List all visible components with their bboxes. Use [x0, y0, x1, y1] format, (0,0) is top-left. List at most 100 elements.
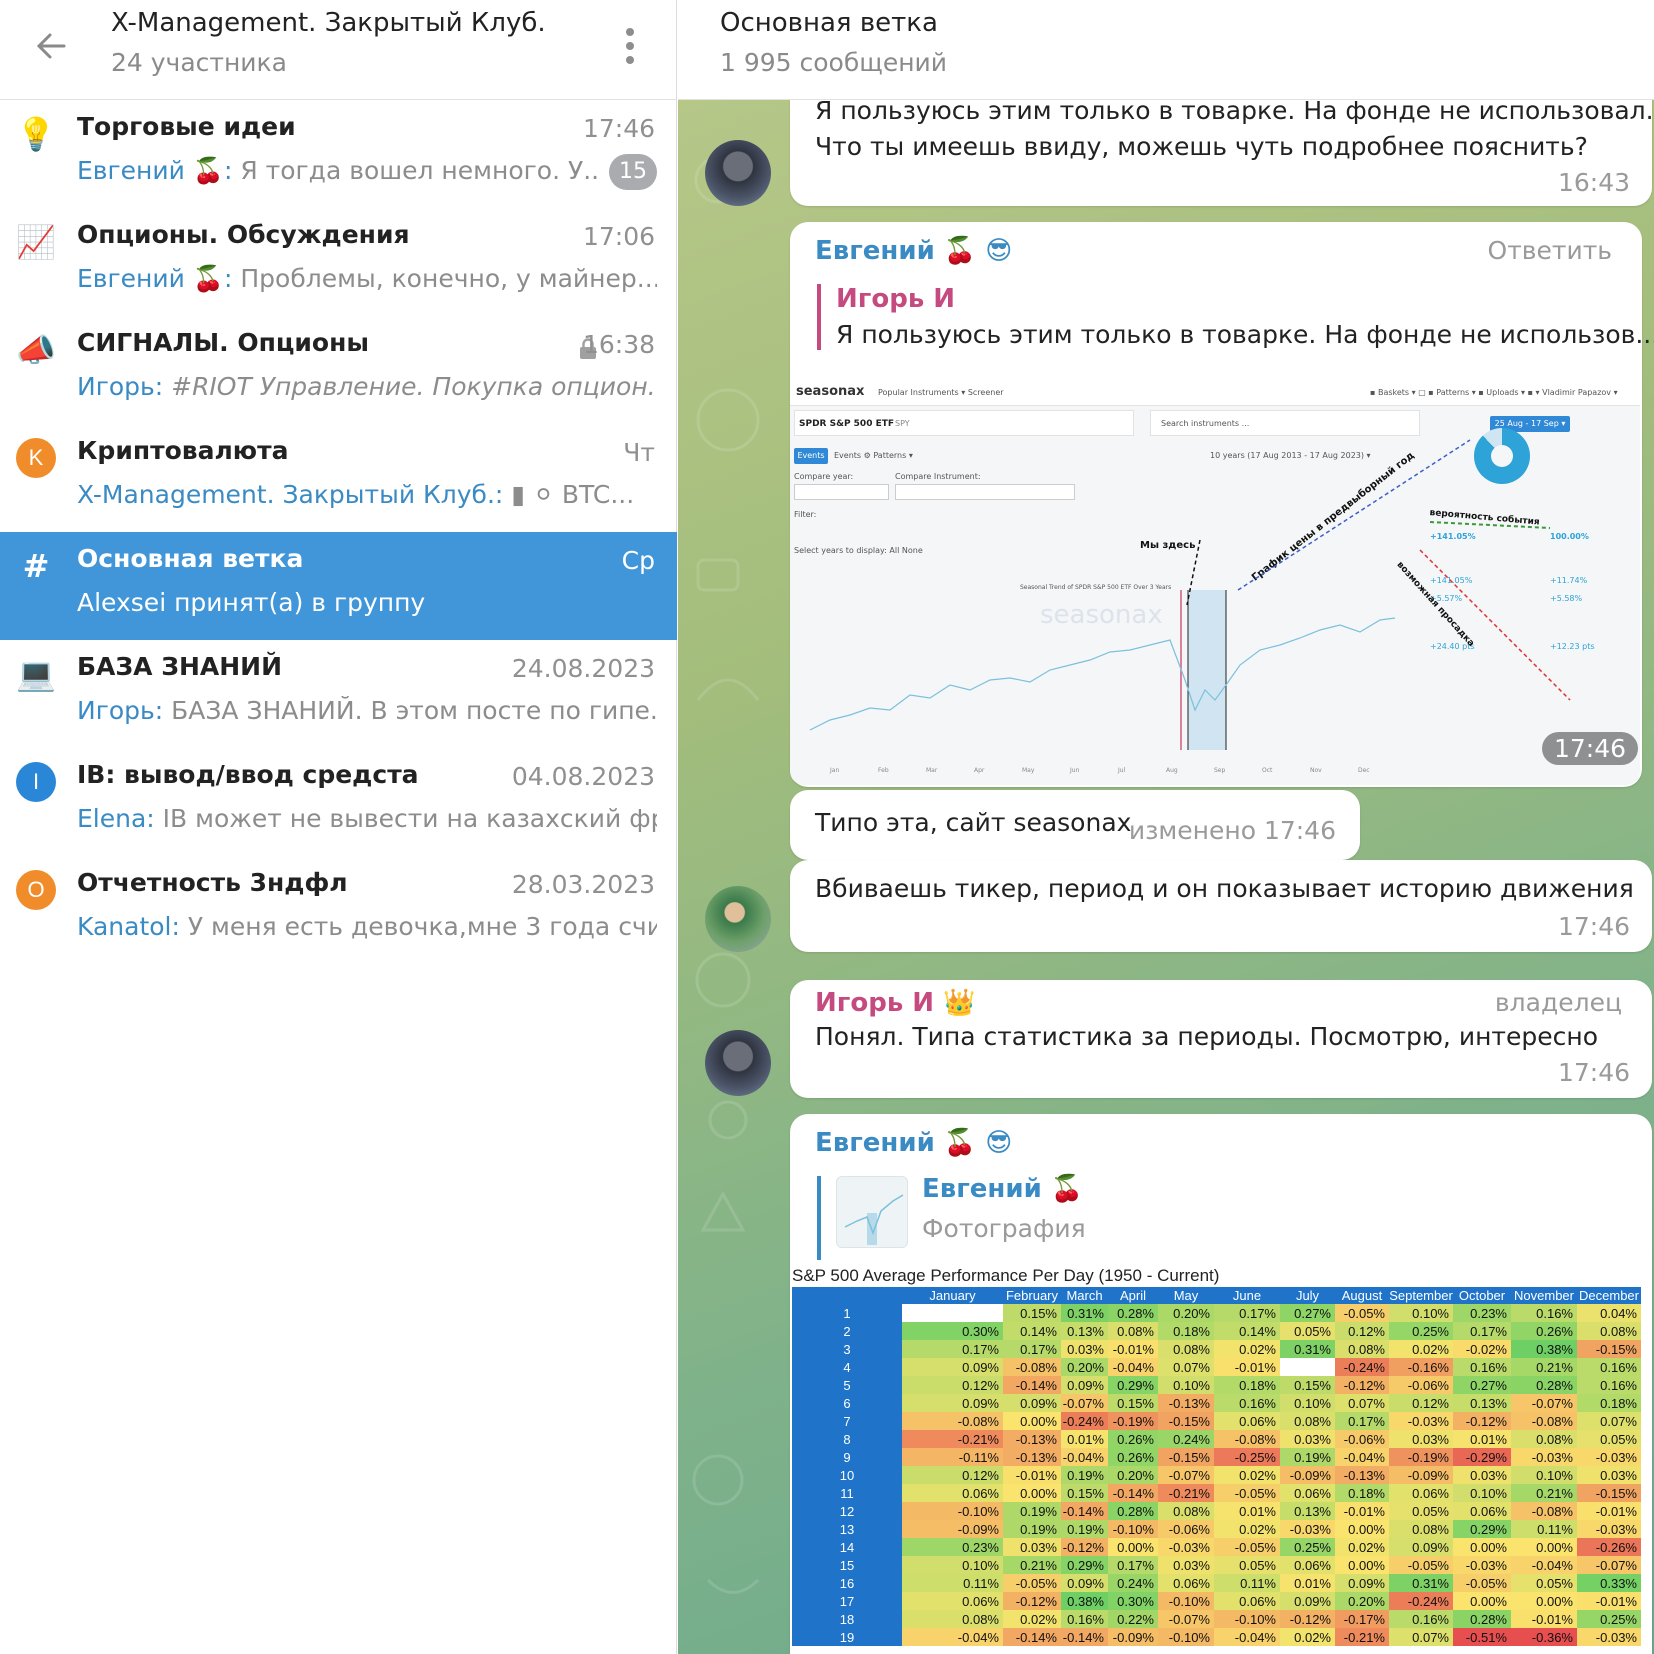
- heatmap-cell: 0.26%: [1108, 1430, 1158, 1448]
- heatmap-cell: -0.15%: [1577, 1340, 1641, 1358]
- heatmap-cell: 0.02%: [1280, 1628, 1335, 1646]
- chat-name: Криптовалюта: [77, 436, 289, 465]
- hash-icon: #: [22, 547, 50, 585]
- heatmap-cell: -0.07%: [1158, 1610, 1214, 1628]
- heatmap-cell: 0.06%: [1214, 1592, 1280, 1610]
- heatmap-cell: -0.03%: [1280, 1520, 1335, 1538]
- seasonax-screenshot-image[interactable]: seasonax Popular Instruments ▾ Screener …: [790, 380, 1640, 785]
- heatmap-cell: -0.10%: [1158, 1628, 1214, 1646]
- tax-avatar-icon: O: [16, 870, 56, 910]
- avatar-igor[interactable]: [705, 140, 771, 206]
- chat-name: Торговые идеи: [77, 112, 296, 141]
- heatmap-day-label: 17: [792, 1592, 902, 1610]
- reply-button[interactable]: Ответить: [1488, 236, 1612, 265]
- photo-thumbnail[interactable]: [836, 1176, 908, 1248]
- chat-item-crypto[interactable]: K Криптовалюта Чт X-Management. Закрытый…: [0, 424, 677, 532]
- chat-item-tax-report[interactable]: O Отчетность 3ндфл 28.03.2023 Kanatol: У…: [0, 856, 677, 964]
- heatmap-cell: -0.07%: [1061, 1394, 1108, 1412]
- heatmap-day-label: 6: [792, 1394, 902, 1412]
- heatmap-cell: 0.00%: [1003, 1412, 1061, 1430]
- heatmap-cell: 0.10%: [1511, 1466, 1577, 1484]
- heatmap-cell: 0.00%: [1335, 1556, 1389, 1574]
- message-bubble[interactable]: Я пользуюсь этим только в товарке. На фо…: [790, 84, 1654, 206]
- heatmap-cell: 0.05%: [1280, 1322, 1335, 1340]
- heatmap-day-label: 5: [792, 1376, 902, 1394]
- heatmap-cell: -0.05%: [1214, 1484, 1280, 1502]
- heatmap-cell: -0.15%: [1158, 1448, 1214, 1466]
- heatmap-cell: 0.20%: [1335, 1592, 1389, 1610]
- heatmap-cell: -0.14%: [1003, 1628, 1061, 1646]
- heatmap-cell: 0.31%: [1280, 1340, 1335, 1358]
- chat-preview: Евгений 🍒: Проблемы, конечно, у майнер..…: [77, 264, 657, 293]
- heatmap-cell: -0.14%: [1061, 1628, 1108, 1646]
- quote-text: Я пользуюсь этим только в товарке. На фо…: [836, 320, 1654, 349]
- heatmap-corner: [792, 1287, 902, 1304]
- heatmap-row: 9 -0.11% -0.13% -0.04% 0.26% -0.15% -0.25% 0.19…: [792, 1448, 1641, 1466]
- heatmap-cell: -0.07%: [1577, 1556, 1641, 1574]
- heatmap-cell: -0.05%: [1453, 1574, 1511, 1592]
- heatmap-cell: 0.12%: [1389, 1394, 1453, 1412]
- chat-item-ib-withdraw[interactable]: I IB: вывод/ввод средста 04.08.2023 Elen…: [0, 748, 677, 856]
- heatmap-row: 18 0.08% 0.02% 0.16% 0.22% -0.07% -0.10% -0.12%…: [792, 1610, 1641, 1628]
- chat-item-options-discussion[interactable]: 📈 Опционы. Обсуждения 17:06 Евгений 🍒: П…: [0, 208, 677, 316]
- heatmap-cell: 0.29%: [1061, 1556, 1108, 1574]
- heatmap-cell: 0.09%: [902, 1394, 1003, 1412]
- heatmap-cell: 0.19%: [1061, 1520, 1108, 1538]
- message-author[interactable]: Евгений 🍒 😎: [815, 236, 1012, 266]
- heatmap-day-label: 2: [792, 1322, 902, 1340]
- heatmap-row: 13 -0.09% 0.19% 0.19% -0.10% -0.06% 0.02% -0.03…: [792, 1520, 1641, 1538]
- heatmap-cell: -0.12%: [1335, 1376, 1389, 1394]
- message-bubble[interactable]: Вбиваешь тикер, период и он показывает и…: [790, 860, 1652, 952]
- message-bubble[interactable]: Типо эта, сайт seasonax изменено 17:46: [790, 790, 1360, 860]
- heatmap-cell: 0.01%: [1061, 1430, 1108, 1448]
- heatmap-cell: -0.04%: [1108, 1358, 1158, 1376]
- sp500-heatmap-image[interactable]: S&P 500 Average Performance Per Day (195…: [790, 1266, 1644, 1654]
- heatmap-month-header: February: [1003, 1287, 1061, 1304]
- message-author[interactable]: Игорь И 👑: [815, 988, 976, 1018]
- heatmap-cell: -0.08%: [1214, 1430, 1280, 1448]
- chat-item-signals-options[interactable]: 📣 СИГНАЛЫ. Опционы 16:38 Игорь: #RIOT Уп…: [0, 316, 677, 424]
- heatmap-day-label: 3: [792, 1340, 902, 1358]
- message-bubble[interactable]: Игорь И 👑 владелец Понял. Типа статистик…: [790, 980, 1652, 1098]
- chat-item-trading-ideas[interactable]: 💡 Торговые идеи 17:46 Евгений 🍒: Я тогда…: [0, 100, 677, 208]
- heatmap-cell: -0.05%: [1335, 1304, 1389, 1322]
- back-arrow-icon[interactable]: [30, 24, 74, 68]
- heatmap-cell: 0.13%: [1061, 1322, 1108, 1340]
- heatmap-cell: -0.03%: [1577, 1520, 1641, 1538]
- heatmap-day-label: 9: [792, 1448, 902, 1466]
- chat-item-knowledge-base[interactable]: 💻 БАЗА ЗНАНИЙ 24.08.2023 Игорь: БАЗА ЗНА…: [0, 640, 677, 748]
- avatar-evgeny[interactable]: [705, 886, 771, 952]
- heatmap-cell: 0.08%: [1280, 1412, 1335, 1430]
- message-author[interactable]: Евгений 🍒 😎: [815, 1128, 1012, 1158]
- heatmap-day-label: 15: [792, 1556, 902, 1574]
- heatmap-cell: 0.12%: [902, 1466, 1003, 1484]
- heatmap-month-header: August: [1335, 1287, 1389, 1304]
- heatmap-cell: -0.51%: [1453, 1628, 1511, 1646]
- heatmap-cell: 0.17%: [1214, 1304, 1280, 1322]
- heatmap-day-label: 12: [792, 1502, 902, 1520]
- quote-bar: [817, 1176, 821, 1260]
- message-text: Я пользуюсь этим только в товарке. На фо…: [815, 96, 1654, 125]
- thread-message-count: 1 995 сообщений: [720, 48, 948, 77]
- heatmap-cell: 0.13%: [1280, 1502, 1335, 1520]
- heatmap-cell: 0.14%: [1214, 1322, 1280, 1340]
- heatmap-month-header: January: [902, 1287, 1003, 1304]
- heatmap-month-header: November: [1511, 1287, 1577, 1304]
- heatmap-cell: 0.09%: [1061, 1376, 1108, 1394]
- heatmap-cell: 0.29%: [1453, 1520, 1511, 1538]
- heatmap-cell: -0.03%: [1577, 1628, 1641, 1646]
- chat-item-main-thread[interactable]: # Основная ветка Ср Alexsei принят(а) в …: [0, 532, 677, 640]
- unread-badge: 15: [609, 154, 657, 190]
- heatmap-cell: 0.06%: [1453, 1502, 1511, 1520]
- heatmap-row: 16 0.11% -0.05% 0.09% 0.24% 0.06% 0.11% 0.01% 0.…: [792, 1574, 1641, 1592]
- message-text: Что ты имеешь ввиду, можешь чуть подробн…: [815, 132, 1588, 161]
- heatmap-cell: -0.04%: [1214, 1628, 1280, 1646]
- heatmap-row: 3 0.17% 0.17% 0.03% -0.01% 0.08% 0.02% 0.31% 0.0…: [792, 1340, 1641, 1358]
- avatar-igor[interactable]: [705, 1030, 771, 1096]
- heatmap-cell: 0.19%: [1003, 1520, 1061, 1538]
- heatmap-day-label: 8: [792, 1430, 902, 1448]
- heatmap-cell: 0.06%: [902, 1592, 1003, 1610]
- more-menu-icon[interactable]: [612, 24, 648, 68]
- heatmap-row: 12 -0.10% 0.19% -0.14% 0.28% 0.08% 0.01% 0.13% -…: [792, 1502, 1641, 1520]
- heatmap-row: 17 0.06% -0.12% 0.38% 0.30% -0.10% 0.06% 0.09% 0…: [792, 1592, 1641, 1610]
